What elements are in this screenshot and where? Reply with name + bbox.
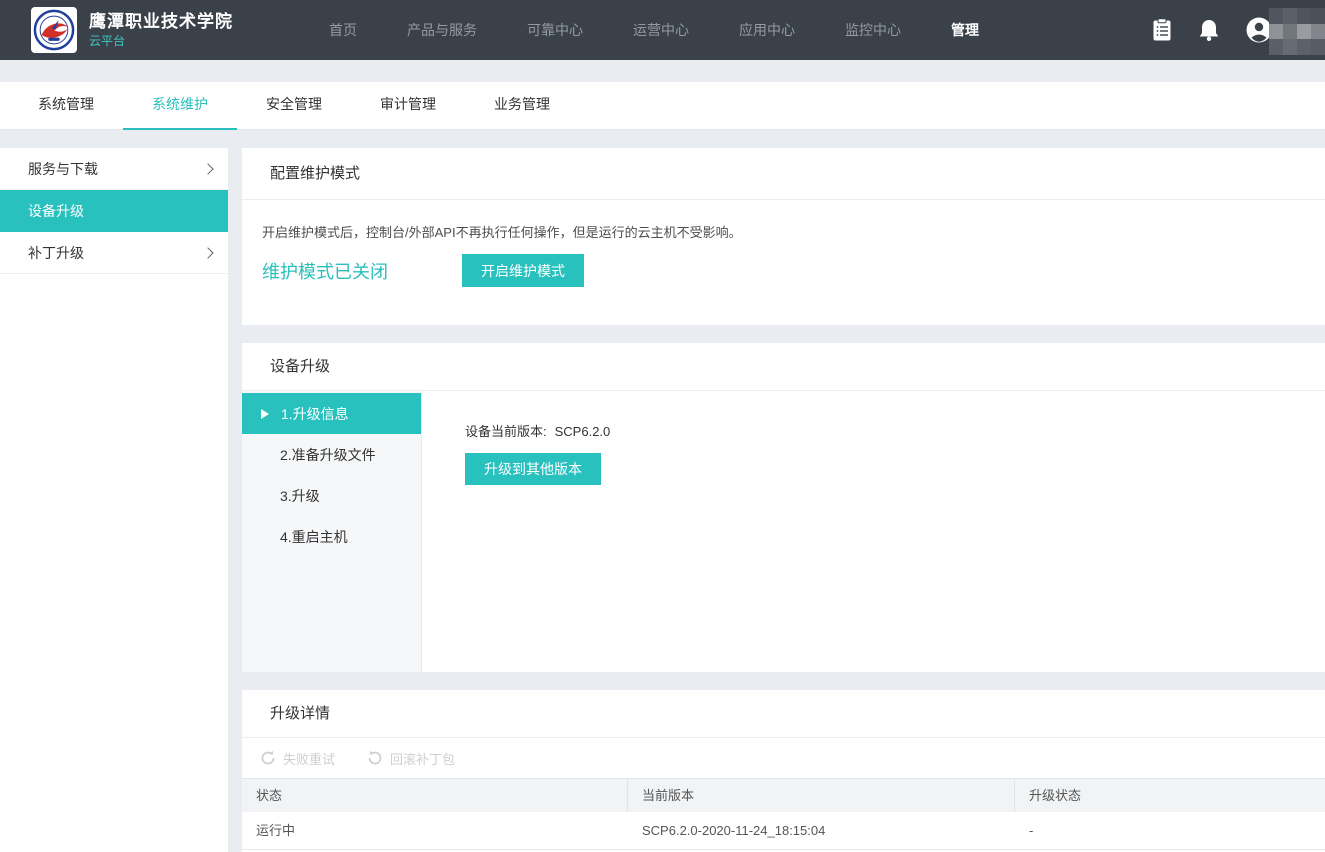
retry-failed-button[interactable]: 失败重试 <box>260 749 335 768</box>
upgrade-table-header: 状态 当前版本 升级状态 <box>242 778 1325 812</box>
tab-business-management[interactable]: 业务管理 <box>465 82 579 130</box>
cell-current-version: SCP6.2.0-2020-11-24_18:15:04 <box>628 812 1015 850</box>
nav-item-management[interactable]: 管理 <box>951 0 979 60</box>
sidebar-item-label: 设备升级 <box>28 201 84 221</box>
tab-system-maintenance[interactable]: 系统维护 <box>123 82 237 130</box>
nav-item-operations[interactable]: 运营中心 <box>633 0 689 60</box>
upgrade-to-other-version-button[interactable]: 升级到其他版本 <box>465 453 601 485</box>
tab-security-management[interactable]: 安全管理 <box>237 82 351 130</box>
sidebar-item-label: 服务与下载 <box>28 159 98 179</box>
upgrade-details-toolbar: 失败重试 回滚补丁包 <box>242 738 1325 778</box>
toolbar-label: 失败重试 <box>283 749 335 768</box>
cell-status: 运行中 <box>242 812 628 850</box>
sidebar-item-label: 补丁升级 <box>28 243 84 263</box>
sidebar-item-services-downloads[interactable]: 服务与下载 <box>0 148 228 190</box>
cell-upgrade-status: - <box>1015 812 1325 850</box>
top-header: 鹰潭职业技术学院 云平台 首页 产品与服务 可靠中心 运营中心 应用中心 监控中… <box>0 0 1325 60</box>
maintenance-status-text: 维护模式已关闭 <box>262 258 462 284</box>
upgrade-details-card: 升级详情 失败重试 回滚补丁包 状态 当前版本 升级状态 <box>242 690 1325 852</box>
col-current-version: 当前版本 <box>628 779 1015 812</box>
nav-item-monitoring[interactable]: 监控中心 <box>845 0 901 60</box>
play-icon <box>261 409 269 419</box>
rollback-icon <box>367 750 383 766</box>
col-status: 状态 <box>242 779 628 812</box>
tasklist-icon[interactable] <box>1152 18 1172 42</box>
step-upgrade-info[interactable]: 1.升级信息 <box>242 393 421 434</box>
enable-maintenance-button[interactable]: 开启维护模式 <box>462 254 584 287</box>
primary-nav: 首页 产品与服务 可靠中心 运营中心 应用中心 监控中心 管理 <box>329 0 1029 60</box>
step-label: 3.升级 <box>280 486 320 506</box>
toolbar-label: 回滚补丁包 <box>390 749 455 768</box>
maintenance-mode-card: 配置维护模式 开启维护模式后，控制台/外部API不再执行任何操作，但是运行的云主… <box>242 148 1325 325</box>
maintenance-card-body: 开启维护模式后，控制台/外部API不再执行任何操作，但是运行的云主机不受影响。 … <box>242 200 1325 287</box>
bell-icon[interactable] <box>1198 18 1220 42</box>
chevron-right-icon <box>202 163 213 174</box>
step-upgrade[interactable]: 3.升级 <box>242 475 421 516</box>
school-logo <box>31 7 77 53</box>
school-emblem-icon <box>33 9 75 51</box>
platform-name: 云平台 <box>89 33 233 49</box>
current-version-value: SCP6.2.0 <box>555 424 611 439</box>
retry-icon <box>260 750 276 766</box>
school-name: 鹰潭职业技术学院 <box>89 11 233 33</box>
main-content: 配置维护模式 开启维护模式后，控制台/外部API不再执行任何操作，但是运行的云主… <box>242 148 1325 852</box>
maintenance-description: 开启维护模式后，控制台/外部API不再执行任何操作，但是运行的云主机不受影响。 <box>262 222 1295 241</box>
step-restart-host[interactable]: 4.重启主机 <box>242 516 421 557</box>
step-label: 2.准备升级文件 <box>280 445 376 465</box>
table-row: 运行中 SCP6.2.0-2020-11-24_18:15:04 - <box>242 812 1325 850</box>
step-label: 4.重启主机 <box>280 527 348 547</box>
tab-system-management[interactable]: 系统管理 <box>9 82 123 130</box>
card-title: 升级详情 <box>242 690 1325 738</box>
chevron-right-icon <box>202 247 213 258</box>
nav-item-home[interactable]: 首页 <box>329 0 357 60</box>
sidebar-item-patch-upgrade[interactable]: 补丁升级 <box>0 232 228 274</box>
upgrade-step-content: 设备当前版本: SCP6.2.0 升级到其他版本 <box>422 391 610 672</box>
nav-item-reliability[interactable]: 可靠中心 <box>527 0 583 60</box>
nav-item-applications[interactable]: 应用中心 <box>739 0 795 60</box>
device-upgrade-card: 设备升级 1.升级信息 2.准备升级文件 3.升级 4.重启主机 <box>242 343 1325 672</box>
secondary-tabbar: 系统管理 系统维护 安全管理 审计管理 业务管理 <box>0 82 1325 130</box>
sidebar-item-device-upgrade[interactable]: 设备升级 <box>0 190 228 232</box>
tab-audit-management[interactable]: 审计管理 <box>351 82 465 130</box>
step-prepare-files[interactable]: 2.准备升级文件 <box>242 434 421 475</box>
rollback-patch-button[interactable]: 回滚补丁包 <box>367 749 455 768</box>
brand-block: 鹰潭职业技术学院 云平台 <box>89 11 233 49</box>
upgrade-steps-panel: 1.升级信息 2.准备升级文件 3.升级 4.重启主机 <box>242 391 422 672</box>
card-title: 配置维护模式 <box>242 148 1325 200</box>
col-upgrade-status: 升级状态 <box>1015 779 1325 812</box>
censored-username <box>1269 8 1325 55</box>
left-sidebar: 服务与下载 设备升级 补丁升级 <box>0 148 228 852</box>
step-label: 1.升级信息 <box>281 404 349 424</box>
current-version-label: 设备当前版本: <box>465 424 547 439</box>
card-title: 设备升级 <box>242 343 1325 391</box>
nav-item-products[interactable]: 产品与服务 <box>407 0 477 60</box>
